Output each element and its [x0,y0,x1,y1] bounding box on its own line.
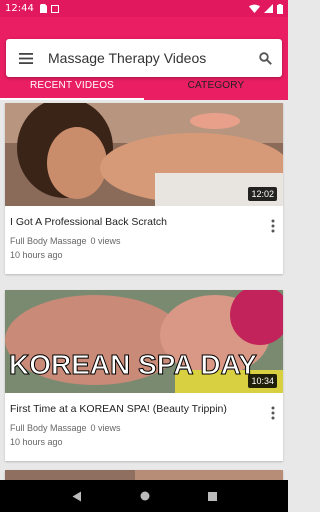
back-icon[interactable] [72,491,82,502]
channel-name: Full Body Massage [10,423,87,433]
view-count: 0 views [90,423,121,433]
status-time: 12:44 [5,3,34,14]
video-age: 10 hours ago [10,250,63,260]
tab-recent-videos[interactable]: RECENT VIDEOS [0,70,144,100]
video-age: 10 hours ago [10,437,63,447]
tab-bar: RECENT VIDEOS CATEGORY [0,70,288,100]
video-meta: Full Body Massage 0 views [5,228,283,246]
more-options-icon[interactable] [271,219,275,233]
square-notification-icon [50,4,59,13]
home-icon[interactable] [140,491,150,501]
video-list[interactable]: 12:02 I Got A Professional Back Scratch … [0,100,288,480]
system-nav-bar [0,480,288,512]
video-card[interactable]: 12:02 I Got A Professional Back Scratch … [5,103,283,274]
channel-name: Full Body Massage [10,236,87,246]
thumbnail-text: KOREAN SPA DAY [9,349,257,380]
video-card[interactable]: KOREAN SPA DAY 10:34 First Time at a KOR… [5,290,283,461]
video-thumbnail[interactable]: 12:02 [5,103,283,206]
video-title[interactable]: I Got A Professional Back Scratch [5,206,283,228]
video-duration: 12:02 [248,187,277,201]
recents-icon[interactable] [207,491,217,501]
video-card[interactable] [5,470,283,480]
view-count: 0 views [90,236,121,246]
video-duration: 10:34 [248,374,277,388]
video-thumbnail[interactable]: KOREAN SPA DAY 10:34 [5,290,283,393]
tab-category[interactable]: CATEGORY [144,70,288,100]
status-bar: 12:44 [0,0,288,17]
signal-icon [264,4,273,13]
video-meta: Full Body Massage 0 views [5,415,283,433]
wifi-icon [249,4,260,13]
sim-card-icon [39,4,47,13]
more-options-icon[interactable] [271,406,275,420]
page-title: Massage Therapy Videos [48,50,207,66]
video-thumbnail[interactable] [5,470,283,480]
video-title[interactable]: First Time at a KOREAN SPA! (Beauty Trip… [5,393,283,415]
battery-icon [277,3,283,14]
